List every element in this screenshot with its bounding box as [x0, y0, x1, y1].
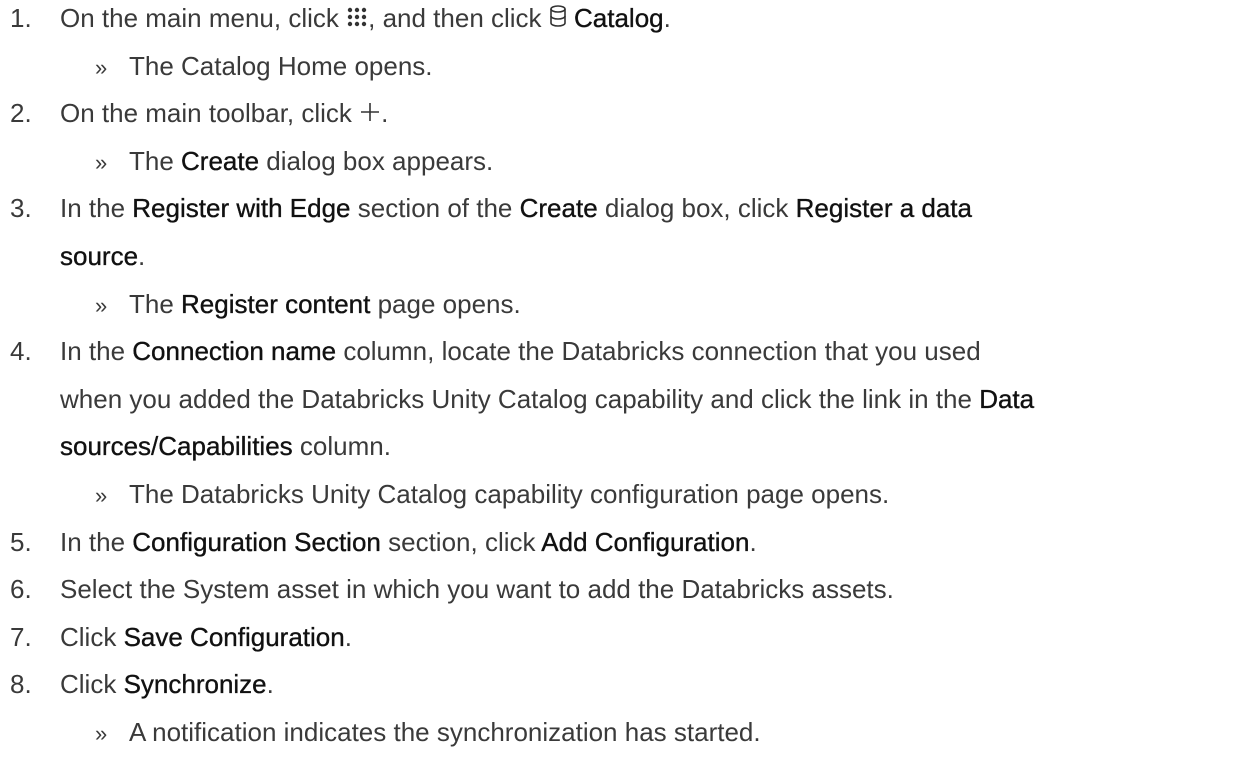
step-1-result: » The Catalog Home opens.: [95, 51, 433, 81]
step-text: Click Synchronize.: [60, 669, 274, 699]
step-3-result: » The Register content page opens.: [95, 289, 521, 319]
step-text: Click Save Configuration.: [60, 622, 352, 652]
apps-grid-icon: [346, 2, 368, 36]
result-marker: »: [95, 721, 108, 746]
step-number: 1.: [10, 3, 32, 33]
result-marker: »: [95, 293, 108, 318]
step-number: 3.: [10, 193, 32, 223]
catalog-label: Catalog: [574, 3, 664, 33]
step-text: On the main toolbar, click .: [60, 97, 388, 131]
step-text: In the Connection name column, locate th…: [60, 336, 981, 366]
plus-icon: [359, 97, 381, 131]
step-number: 7.: [10, 622, 32, 652]
step-8-result: » A notification indicates the synchroniz…: [95, 717, 761, 747]
step-text: In the Configuration Section section, cl…: [60, 527, 757, 557]
step-text: In the Register with Edge section of the…: [60, 193, 972, 223]
step-2-result: » The Create dialog box appears.: [95, 146, 494, 176]
step-number: 6.: [10, 574, 32, 604]
step-4-result: » The Databricks Unity Catalog capability…: [95, 479, 890, 509]
result-marker: »: [95, 483, 108, 508]
step-number: 5.: [10, 527, 32, 557]
step-number: 2.: [10, 98, 32, 128]
database-icon: [549, 2, 567, 36]
step-number: 8.: [10, 669, 32, 699]
step-text: On the main menu, click , and then click…: [60, 2, 671, 36]
result-marker: »: [95, 150, 108, 175]
step-text: Select the System asset in which you wan…: [60, 574, 894, 604]
step-number: 4.: [10, 336, 32, 366]
result-marker: »: [95, 55, 108, 80]
